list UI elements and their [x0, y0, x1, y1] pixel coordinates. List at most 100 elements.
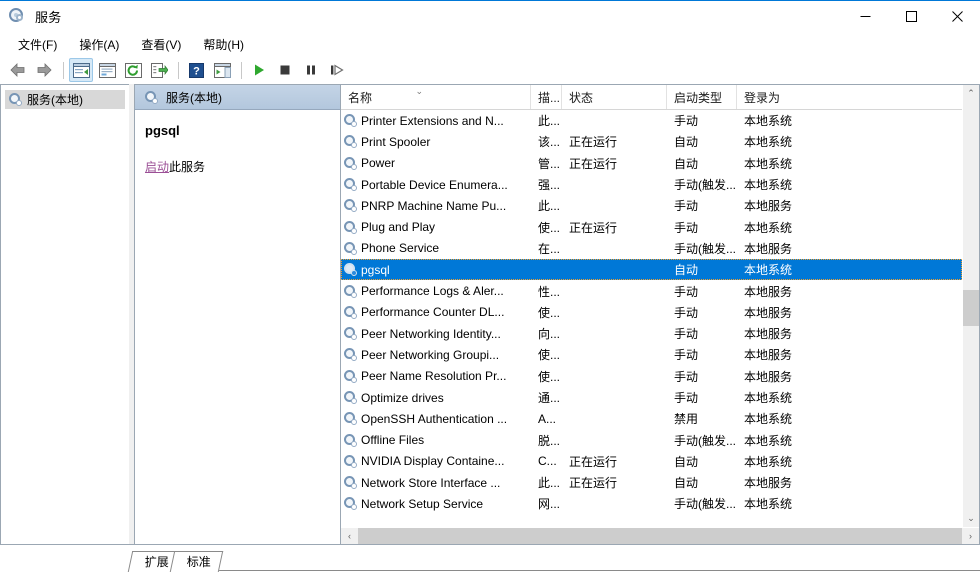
column-header-log-on-as-label: 登录为	[744, 90, 781, 105]
export-list-icon[interactable]	[147, 58, 171, 82]
cell-log-on-as: 本地系统	[744, 263, 793, 278]
results-pane: 服务(本地) pgsql 启动此服务 ⌄ 名称 描... 状态 启动类型 登录为…	[134, 84, 980, 545]
service-gear-icon	[344, 114, 357, 128]
cell-service-name: Performance Logs & Aler...	[341, 284, 531, 298]
detail-pane-header: 服务(本地)	[135, 85, 340, 110]
column-header-status-label: 状态	[569, 90, 594, 105]
cell-service-name: Peer Networking Groupi...	[341, 348, 531, 362]
menu-view[interactable]: 查看(V)	[133, 34, 189, 55]
table-row[interactable]: OpenSSH Authentication ... A... 禁用 本地系统	[341, 408, 962, 429]
cell-log-on-as: 本地系统	[744, 497, 793, 512]
menu-help[interactable]: 帮助(H)	[195, 34, 252, 55]
menu-file[interactable]: 文件(F)	[10, 34, 65, 55]
column-header-description[interactable]: 描...	[531, 85, 562, 109]
start-service-link[interactable]: 启动	[145, 160, 169, 174]
service-name-label: pgsql	[361, 262, 390, 277]
tab-standard[interactable]: 标准	[169, 551, 224, 572]
title-bar: 服务	[0, 1, 980, 32]
minimize-button[interactable]	[842, 1, 888, 32]
tree-item-label: 服务(本地)	[27, 93, 83, 107]
properties-icon[interactable]	[95, 58, 119, 82]
cell-startup-type: 手动	[674, 391, 699, 405]
scroll-down-arrow-icon[interactable]: ⌄	[963, 510, 979, 527]
menu-action[interactable]: 操作(A)	[71, 34, 127, 55]
start-service-icon[interactable]	[247, 58, 271, 82]
show-hide-tree-icon[interactable]	[69, 58, 93, 82]
scroll-right-arrow-icon[interactable]: ›	[962, 528, 979, 544]
cell-service-name: Optimize drives	[341, 391, 531, 405]
cell-service-name: Power	[341, 156, 531, 170]
table-row[interactable]: PNRP Machine Name Pu... 此... 手动 本地服务	[341, 195, 962, 216]
cell-log-on-as: 本地服务	[744, 348, 793, 363]
cell-service-name: pgsql	[341, 263, 531, 277]
help-icon[interactable]: ?	[184, 58, 208, 82]
service-gear-icon	[344, 369, 357, 383]
horizontal-scrollbar-track[interactable]	[358, 528, 962, 544]
table-row[interactable]: pgsql 自动 本地系统	[341, 259, 962, 281]
cell-service-name: Offline Files	[341, 433, 531, 447]
table-row[interactable]: Peer Networking Groupi... 使... 手动 本地服务	[341, 344, 962, 365]
cell-startup-type: 手动	[674, 348, 699, 363]
service-name-label: Phone Service	[361, 241, 440, 256]
service-name-label: Performance Counter DL...	[361, 305, 505, 320]
table-row[interactable]: Print Spooler 该... 正在运行 自动 本地系统	[341, 131, 962, 152]
stop-service-icon[interactable]	[273, 58, 297, 82]
table-row[interactable]: Offline Files 脱... 手动(触发... 本地系统	[341, 429, 962, 450]
close-button[interactable]	[934, 1, 980, 32]
toolbar-separator	[63, 61, 64, 79]
table-row[interactable]: Optimize drives 通... 手动 本地系统	[341, 387, 962, 408]
service-name-label: Peer Networking Identity...	[361, 326, 501, 341]
vertical-scrollbar[interactable]: ⌃ ⌄	[962, 85, 979, 527]
cell-service-name: Peer Name Resolution Pr...	[341, 369, 531, 383]
list-rows-viewport[interactable]: Printer Extensions and N... 此... 手动 本地系统 Pri…	[341, 110, 979, 527]
show-action-pane-icon[interactable]	[210, 58, 234, 82]
cell-log-on-as: 本地系统	[744, 391, 793, 405]
table-row[interactable]: Peer Networking Identity... 向... 手动 本地服务	[341, 323, 962, 344]
pause-service-icon[interactable]	[299, 58, 323, 82]
service-gear-icon	[344, 199, 357, 213]
back-icon[interactable]	[6, 58, 30, 82]
maximize-button[interactable]	[888, 1, 934, 32]
table-row[interactable]: Network Setup Service 网... 手动(触发... 本地系统	[341, 493, 962, 514]
table-row[interactable]: Network Store Interface ... 此... 正在运行 自动 本地服…	[341, 472, 962, 493]
view-tabs: 扩展 标准	[0, 544, 980, 581]
service-gear-icon	[344, 305, 357, 319]
scroll-up-arrow-icon[interactable]: ⌃	[963, 85, 979, 102]
table-row[interactable]: Phone Service 在... 手动(触发... 本地服务	[341, 238, 962, 259]
service-detail-pane: 服务(本地) pgsql 启动此服务	[135, 85, 341, 544]
cell-startup-type: 自动	[674, 476, 699, 491]
column-header-name[interactable]: ⌄ 名称	[341, 85, 531, 109]
refresh-icon[interactable]	[121, 58, 145, 82]
service-gear-icon	[344, 263, 357, 277]
column-header-startup-type[interactable]: 启动类型	[667, 85, 737, 109]
service-gear-icon	[344, 412, 357, 426]
cell-description: 使...	[538, 220, 561, 235]
cell-startup-type: 手动	[674, 327, 699, 342]
service-name-label: Network Setup Service	[361, 496, 484, 511]
forward-icon[interactable]	[32, 58, 56, 82]
table-row[interactable]: Printer Extensions and N... 此... 手动 本地系统	[341, 110, 962, 131]
cell-description: 网...	[538, 497, 561, 512]
cell-description: C...	[538, 454, 557, 469]
horizontal-scrollbar-thumb[interactable]	[358, 528, 962, 544]
cell-log-on-as: 本地系统	[744, 178, 793, 193]
column-header-log-on-as[interactable]: 登录为	[737, 85, 959, 109]
cell-description: 该...	[538, 135, 561, 150]
tree-item-services-local[interactable]: 服务(本地)	[5, 90, 125, 109]
cell-startup-type: 手动	[674, 114, 699, 129]
column-header-status[interactable]: 状态	[562, 85, 667, 109]
table-row[interactable]: Performance Counter DL... 使... 手动 本地服务	[341, 302, 962, 323]
table-row[interactable]: Power 管... 正在运行 自动 本地系统	[341, 153, 962, 174]
table-row[interactable]: Peer Name Resolution Pr... 使... 手动 本地服务	[341, 366, 962, 387]
horizontal-scrollbar[interactable]: ‹ ›	[341, 527, 979, 544]
cell-service-name: Network Store Interface ...	[341, 476, 531, 490]
vertical-scrollbar-thumb[interactable]	[963, 290, 979, 326]
table-row[interactable]: NVIDIA Display Containe... C... 正在运行 自动 本地系统	[341, 451, 962, 472]
table-row[interactable]: Portable Device Enumera... 强... 手动(触发... 本地…	[341, 174, 962, 195]
tab-underline	[131, 570, 980, 571]
table-row[interactable]: Plug and Play 使... 正在运行 手动 本地系统	[341, 216, 962, 237]
restart-service-icon[interactable]	[325, 58, 349, 82]
cell-status: 正在运行	[569, 135, 618, 150]
scroll-left-arrow-icon[interactable]: ‹	[341, 528, 358, 544]
table-row[interactable]: Performance Logs & Aler... 性... 手动 本地服务	[341, 280, 962, 301]
